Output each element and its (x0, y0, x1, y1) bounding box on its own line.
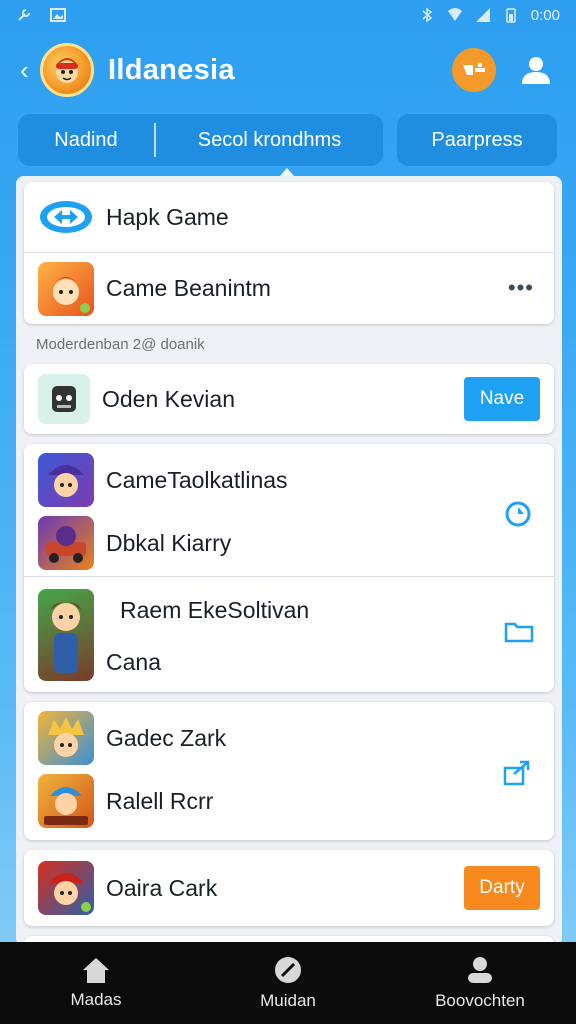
tab-paarpress[interactable]: Paarpress (397, 114, 557, 166)
item-label: Hapk Game (106, 203, 229, 230)
status-bar: 0:00 (0, 0, 576, 30)
list-item-gadec-zark[interactable]: Gadec Zark (24, 702, 554, 768)
refresh-icon[interactable] (502, 498, 534, 530)
compass-icon (275, 957, 301, 983)
list-item-cana[interactable]: Cana (24, 633, 554, 691)
tab-group: Nadind Secol krondhms (18, 114, 383, 166)
list-item-came-beanintm[interactable]: Came Beanintm ••• (24, 253, 554, 324)
wrench-icon (18, 9, 30, 21)
item-label: Oaira Cark (106, 874, 218, 901)
game-thumbnail (38, 516, 94, 570)
last-card: Oaira Cark Darty (24, 850, 554, 926)
list-item-raem-ekesoltivan[interactable]: Raem EkeSoltivan (24, 577, 554, 681)
folder-icon[interactable] (504, 620, 534, 644)
game-thumbnail (38, 861, 94, 915)
list-item-ralell-rcrr[interactable]: Ralell Rcrr (24, 768, 554, 834)
item-label: Ralell Rcrr (106, 787, 214, 814)
top-card: Hapk Game Came Beanintm ••• (24, 182, 554, 324)
item-label: Dbkal Kiarry (106, 529, 232, 556)
image-icon (50, 8, 66, 22)
tab-bar: Nadind Secol krondhms Paarpress (18, 114, 558, 166)
bluetooth-icon (422, 7, 432, 23)
game-controller-icon (463, 63, 485, 75)
link-logo-icon (40, 201, 92, 233)
nave-button[interactable]: Nave (464, 377, 540, 421)
game-controller-button[interactable] (452, 48, 496, 92)
bottom-nav: Madas Muidan Boovochten (0, 942, 576, 1024)
game-thumbnail (38, 774, 94, 828)
profile-icon (468, 957, 492, 983)
more-dots-icon[interactable]: ••• (508, 275, 534, 301)
signal-icon (475, 8, 490, 22)
share-icon[interactable] (502, 758, 534, 788)
game-thumbnail (38, 453, 94, 507)
item-label: Oden Kevian (102, 385, 235, 412)
robot-icon (38, 374, 90, 424)
nav-label: Madas (70, 990, 122, 1009)
status-time: 0:00 (530, 6, 560, 24)
nav-label: Muidan (260, 991, 316, 1010)
section-label: Moderdenban 2@ doanik (36, 336, 205, 353)
app-logo (40, 43, 94, 97)
battery-icon (506, 8, 516, 23)
mascot-icon (56, 58, 78, 83)
content-panel: Hapk Game Came Beanintm ••• Moderdenban … (16, 176, 562, 946)
game-group-card-2: Gadec Zark Ralell Rcrr (24, 702, 554, 840)
featured-card: Oden Kevian Nave (24, 364, 554, 434)
back-arrow-icon[interactable]: ‹ (20, 55, 38, 86)
nav-item-muidan[interactable]: Muidan (192, 942, 384, 1024)
game-thumbnail (38, 711, 94, 765)
list-item-oden-kevian[interactable]: Oden Kevian Nave (24, 364, 554, 434)
list-item-hapk-game[interactable]: Hapk Game (24, 182, 554, 252)
active-tab-indicator (280, 168, 294, 176)
user-icon (522, 57, 550, 84)
tab-secol-krondhms[interactable]: Secol krondhms (156, 114, 383, 166)
list-item-cametaolkatlinas[interactable]: CameTaolkatlinas (24, 444, 554, 510)
nav-item-boovochten[interactable]: Boovochten (384, 942, 576, 1024)
tab-nadind[interactable]: Nadind (18, 114, 154, 166)
list-item-oaira-cark[interactable]: Oaira Cark Darty (24, 850, 554, 926)
item-label: CameTaolkatlinas (106, 466, 288, 493)
wifi-icon (447, 8, 462, 21)
item-label: Gadec Zark (106, 724, 227, 751)
nav-label: Boovochten (435, 991, 525, 1010)
game-group-card: CameTaolkatlinas Dbkal Kiarry Raem EkeSo… (24, 444, 554, 692)
item-label: Cana (106, 648, 161, 675)
profile-button[interactable] (516, 50, 556, 90)
home-icon (83, 958, 109, 983)
list-item-dbkal-kiarry[interactable]: Dbkal Kiarry (24, 510, 554, 576)
app-header: ‹ Ildanesia (0, 38, 576, 102)
darty-button[interactable]: Darty (464, 866, 540, 910)
item-label: Came Beanintm (106, 275, 271, 301)
app-title: Ildanesia (108, 53, 235, 86)
item-label: Raem EkeSoltivan (120, 596, 310, 623)
nav-item-madas[interactable]: Madas (0, 942, 192, 1024)
game-avatar-icon (38, 261, 94, 316)
